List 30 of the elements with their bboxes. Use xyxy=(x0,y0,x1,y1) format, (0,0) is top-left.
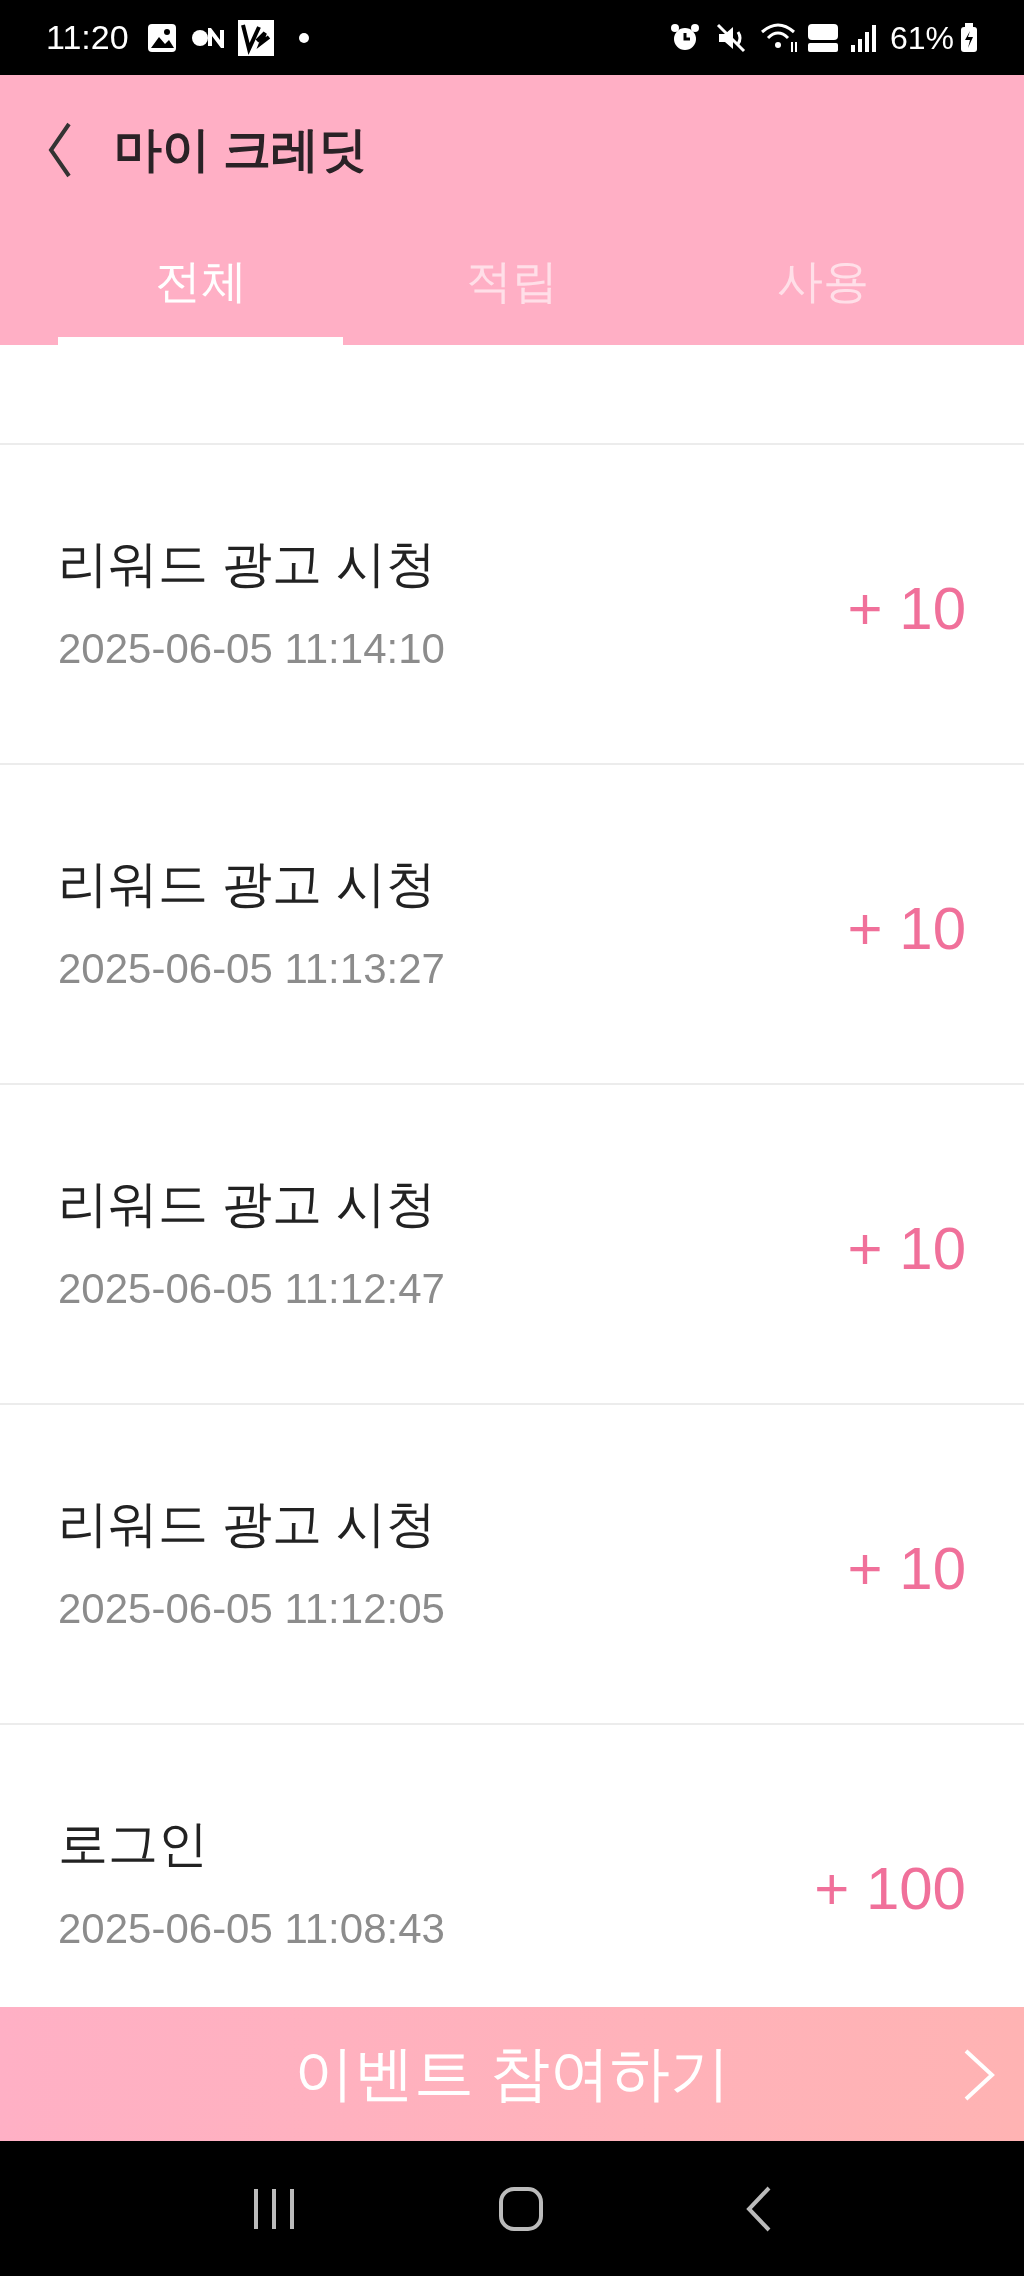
transaction-title: 로그인 xyxy=(58,1816,209,1872)
credit-amount: + 100 xyxy=(814,1854,966,1924)
tab[interactable]: 전체 xyxy=(45,225,357,345)
transaction-date: 2025-06-05 11:08:43 xyxy=(58,1906,446,1952)
credit-amount: + 10 xyxy=(847,574,966,644)
signal-icon xyxy=(849,22,878,53)
credit-amount: + 10 xyxy=(847,1214,966,1284)
home-icon[interactable] xyxy=(498,2185,544,2232)
event-button[interactable]: 이벤트 참여하기 xyxy=(0,2007,1024,2141)
status-time: 11:20 xyxy=(46,17,129,58)
transaction-title: 리워드 광고 시청 xyxy=(58,536,437,592)
transaction-title: 리워드 광고 시청 xyxy=(58,856,437,912)
battery-percent: 61% xyxy=(889,18,954,58)
battery-icon xyxy=(960,22,978,53)
credit-amount: + 10 xyxy=(847,1534,966,1604)
transaction-title: 리워드 광고 시청 xyxy=(58,1176,437,1232)
image-icon xyxy=(146,22,177,53)
transaction-date: 2025-06-05 11:12:47 xyxy=(58,1266,446,1312)
alarm-icon xyxy=(669,22,700,53)
transaction-title: 리워드 광고 시청 xyxy=(58,1496,437,1552)
credit-amount: + 10 xyxy=(847,894,966,964)
chevron-right-icon xyxy=(962,2049,996,2101)
transaction-date: 2025-06-05 11:14:10 xyxy=(58,626,446,672)
dot-icon xyxy=(298,32,309,43)
transaction-date: 2025-06-05 11:12:05 xyxy=(58,1586,446,1632)
page-title: 마이 크레딧 xyxy=(114,122,368,178)
transaction-date: 2025-06-05 11:13:27 xyxy=(58,946,446,992)
on-icon xyxy=(190,27,227,48)
wifi-icon xyxy=(759,21,800,54)
mute-icon xyxy=(715,22,746,53)
